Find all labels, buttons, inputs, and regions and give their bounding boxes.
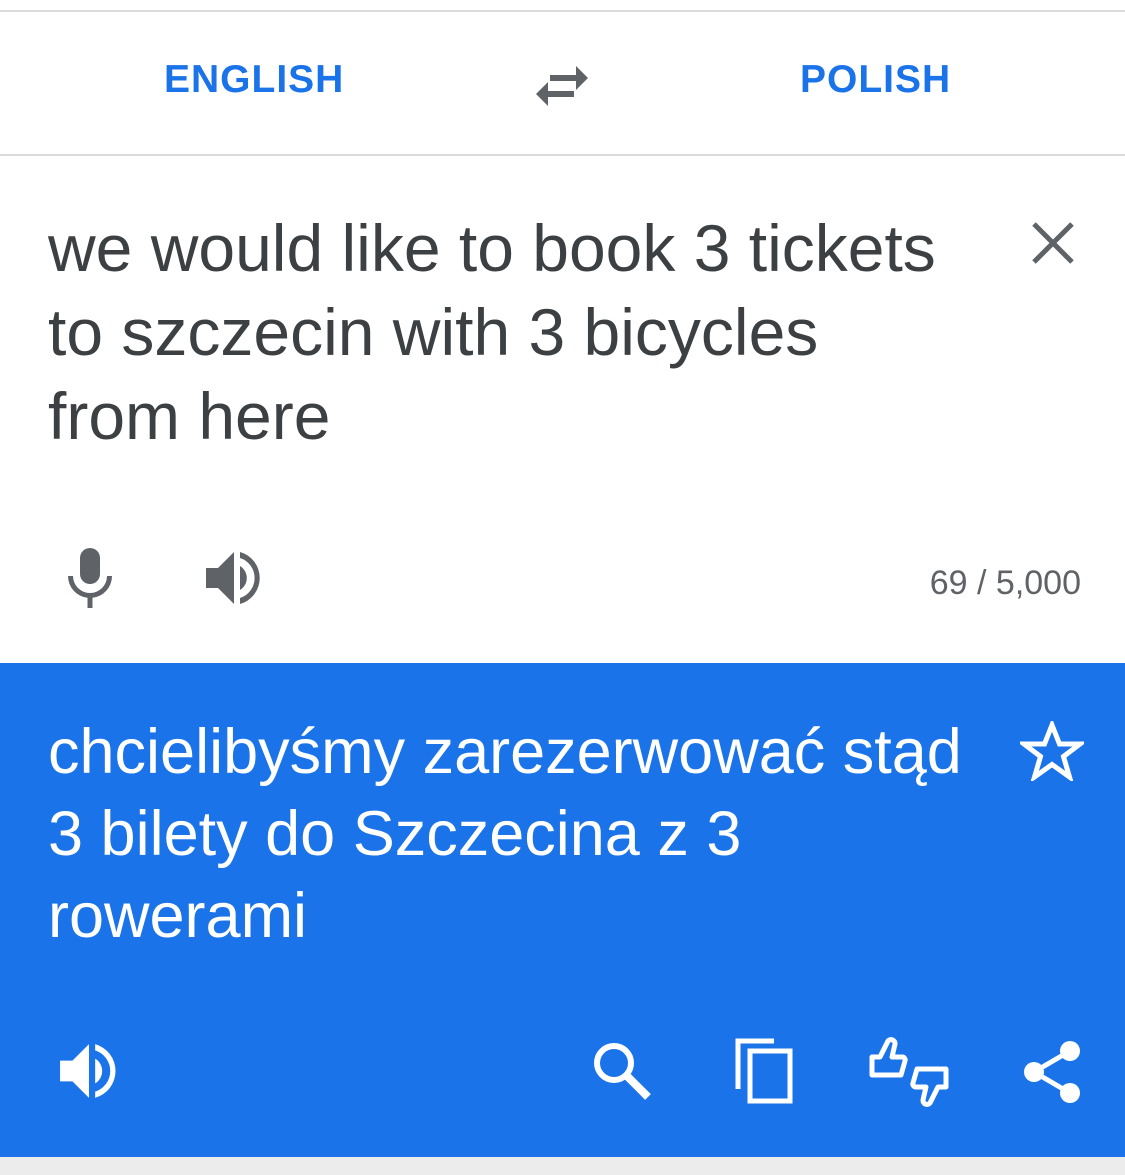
translate-app: ENGLISH POLISH we would like to book 3 t… [0, 0, 1125, 1175]
thumbs-feedback-icon[interactable] [868, 1035, 950, 1109]
star-outline-icon[interactable] [1020, 721, 1084, 781]
volume-up-icon[interactable] [204, 548, 266, 608]
top-divider [0, 0, 1125, 12]
source-language-button[interactable]: ENGLISH [164, 58, 344, 102]
swap-horiz-icon[interactable] [532, 60, 592, 112]
close-icon[interactable] [1026, 216, 1080, 270]
language-bar: ENGLISH POLISH [0, 12, 1125, 156]
target-language-button[interactable]: POLISH [800, 58, 951, 102]
translation-card: chcielibyśmy zarezerwować stąd 3 bilety … [0, 663, 1125, 1157]
translation-text: chcielibyśmy zarezerwować stąd 3 bilety … [48, 717, 962, 951]
share-icon[interactable] [1022, 1039, 1084, 1105]
volume-up-icon[interactable] [58, 1039, 122, 1103]
input-panel: we would like to book 3 tickets to szcze… [0, 156, 1125, 663]
character-counter: 69 / 5,000 [929, 564, 1081, 602]
source-text-input[interactable]: we would like to book 3 tickets to szcze… [48, 206, 948, 458]
bottom-shadow [0, 1157, 1125, 1175]
microphone-icon[interactable] [60, 546, 120, 610]
copy-icon[interactable] [732, 1035, 796, 1105]
search-icon[interactable] [590, 1039, 654, 1103]
